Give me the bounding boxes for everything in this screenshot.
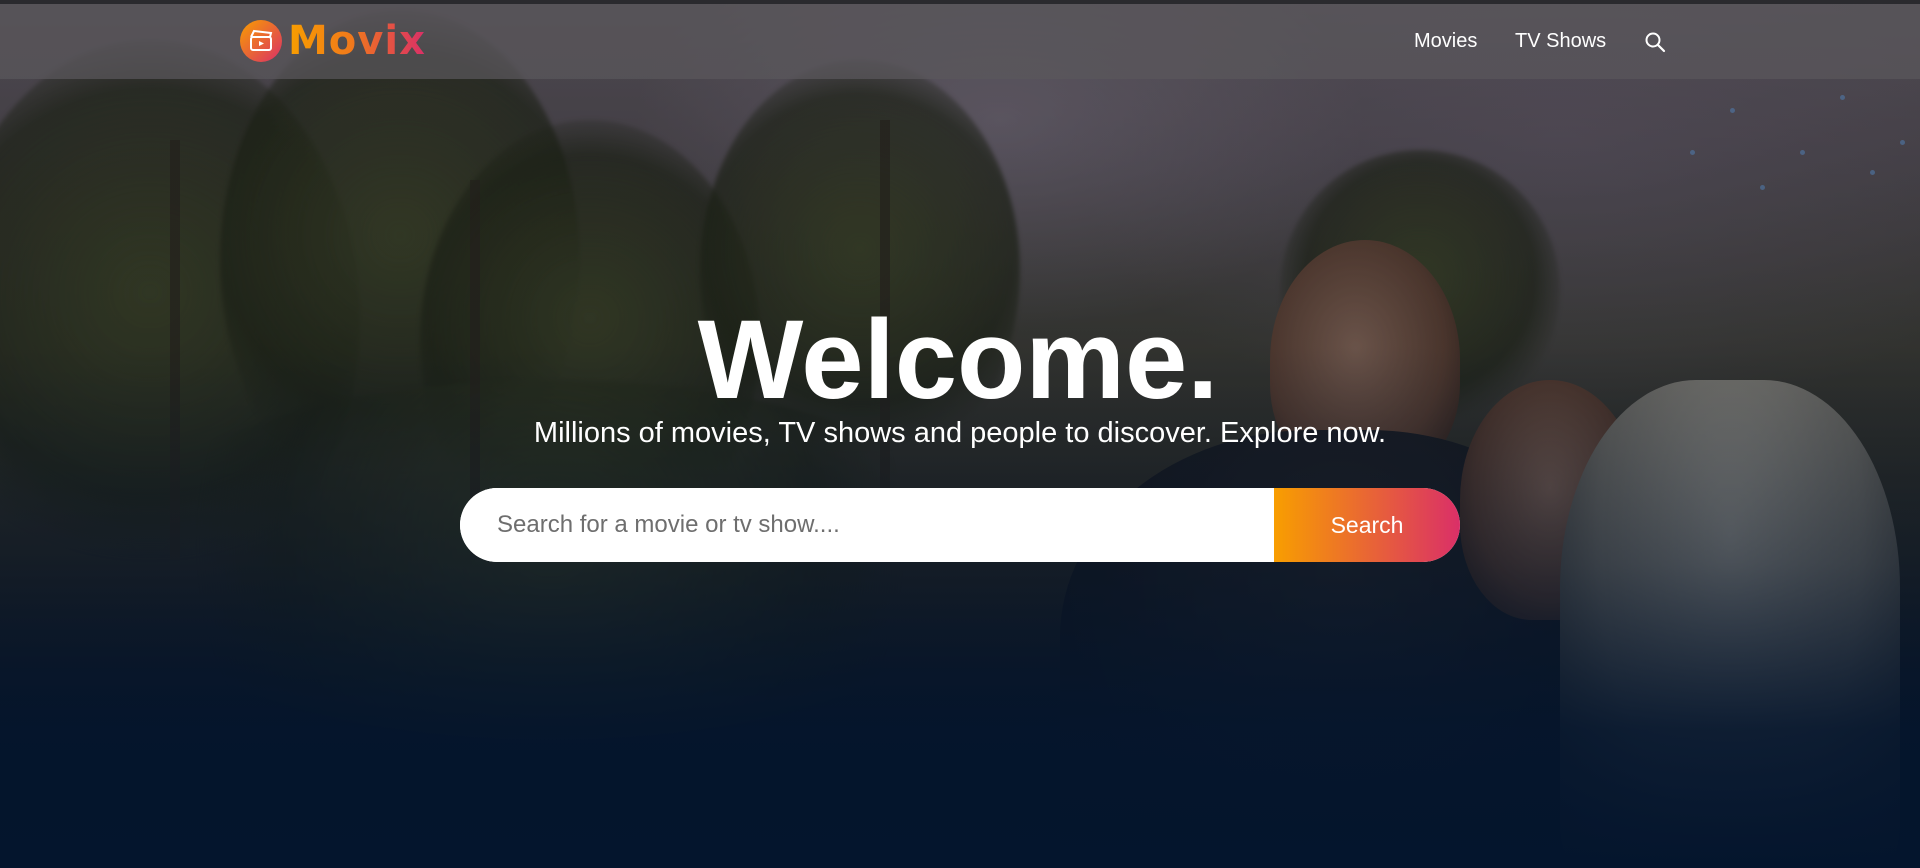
site-logo[interactable]: Movix xyxy=(240,18,426,64)
site-header: Movix Movies TV Shows xyxy=(0,4,1920,79)
clapperboard-icon xyxy=(240,20,282,62)
search-input[interactable] xyxy=(460,488,1274,562)
hero-title: Welcome. xyxy=(697,297,1219,422)
nav-movies-link[interactable]: Movies xyxy=(1414,30,1477,53)
logo-text: Movix xyxy=(288,18,426,64)
nav-tv-shows-link[interactable]: TV Shows xyxy=(1515,30,1606,53)
hero-subtitle: Millions of movies, TV shows and people … xyxy=(533,417,1387,449)
window-top-border xyxy=(0,0,1920,4)
hero-content: Welcome. Millions of movies, TV shows an… xyxy=(0,300,1920,562)
search-button[interactable]: Search xyxy=(1274,488,1460,562)
hero-search-bar: Search xyxy=(460,488,1460,562)
search-icon[interactable] xyxy=(1644,31,1666,53)
